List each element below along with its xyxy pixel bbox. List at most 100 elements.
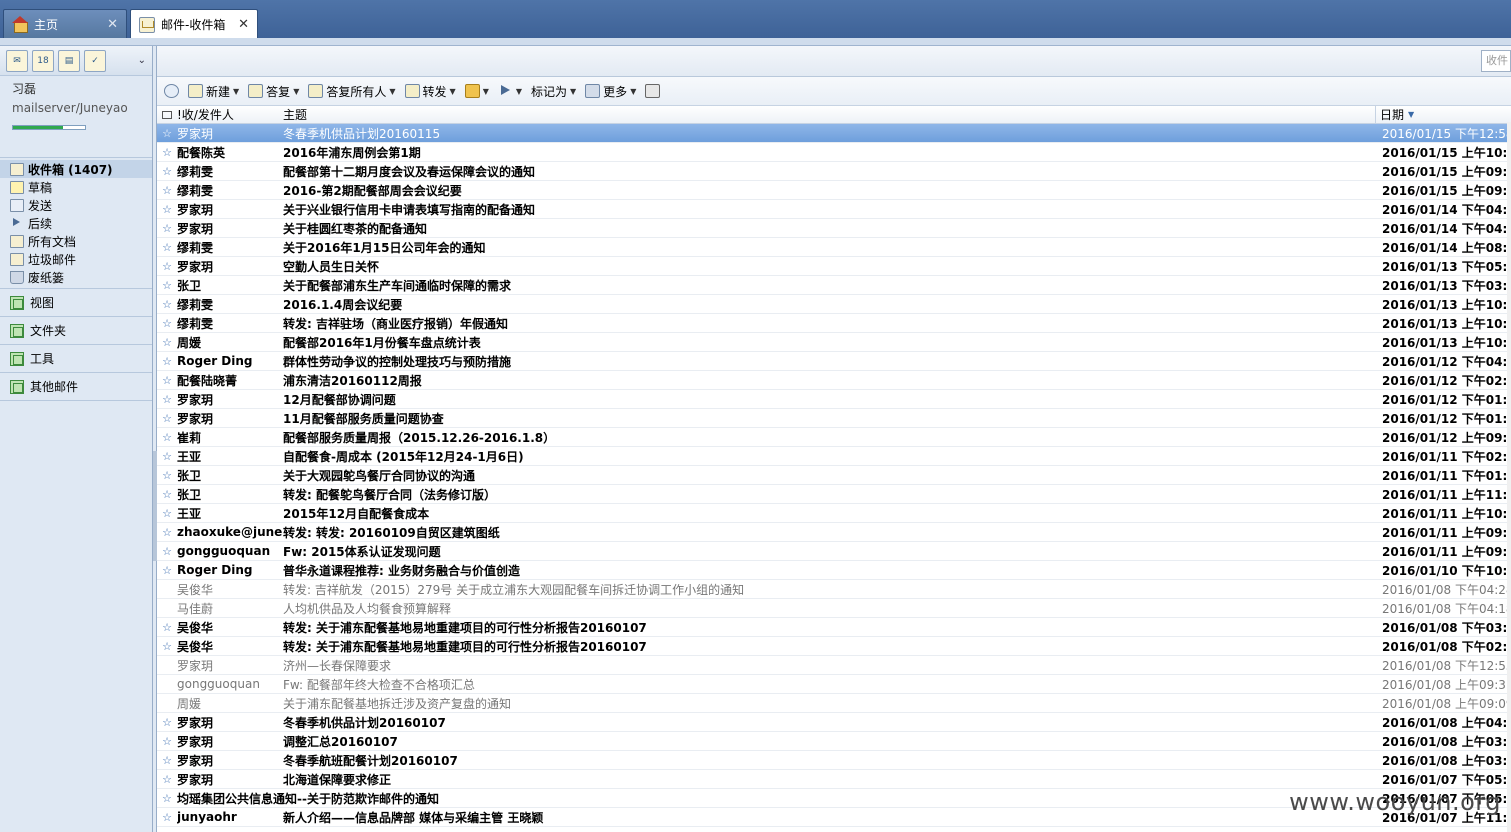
tab-home[interactable]: 主页 ✕ xyxy=(3,9,127,38)
star-icon[interactable]: ☆ xyxy=(157,488,177,501)
sidebar-folder-item[interactable]: 草稿 xyxy=(0,178,152,196)
column-subject[interactable]: 主题 xyxy=(279,106,1375,123)
dropdown-arrow-icon[interactable]: ▼ xyxy=(293,87,299,96)
dropdown-arrow-icon[interactable]: ▼ xyxy=(570,87,576,96)
message-row[interactable]: ☆ 罗家玥 11月配餐部服务质量问题协查 2016/01/12 下午01:53 xyxy=(157,409,1511,428)
message-row[interactable]: ☆ Roger Ding 群体性劳动争议的控制处理技巧与预防措施 2016/01/12… xyxy=(157,352,1511,371)
message-row[interactable]: ☆ 罗家玥 冬春季机供品计划20160107 2016/01/08 上午04:54 xyxy=(157,713,1511,732)
message-row[interactable]: ☆ 张卫 关于大观园鸵鸟餐厅合同协议的沟通 2016/01/11 下午01:57 xyxy=(157,466,1511,485)
message-row[interactable]: ☆ 罗家玥 调整汇总20160107 2016/01/08 上午03:51 xyxy=(157,732,1511,751)
scrollbar[interactable] xyxy=(1507,122,1511,832)
star-icon[interactable]: ☆ xyxy=(157,792,177,805)
star-icon[interactable]: ☆ xyxy=(157,241,177,254)
message-row[interactable]: ☆zhaoxuke@juneyao转发: 转发: 20160109自贸区建筑图纸… xyxy=(157,523,1511,542)
message-row[interactable]: ☆ 吴俊华 转发: 关于浦东配餐基地易地重建项目的可行性分析报告20160107 20… xyxy=(157,618,1511,637)
message-row[interactable]: ☆ Roger Ding 普华永道课程推荐: 业务财务融合与价值创造 2016/01/… xyxy=(157,561,1511,580)
star-icon[interactable]: ☆ xyxy=(157,355,177,368)
mark-as-button[interactable]: 标记为 ▼ xyxy=(528,80,579,102)
refresh-button[interactable] xyxy=(161,80,182,102)
star-icon[interactable]: ☆ xyxy=(157,374,177,387)
star-icon[interactable]: ☆ xyxy=(157,621,177,634)
message-row[interactable]: ☆ 缪莉雯 关于2016年1月15日公司年会的通知 2016/01/14 上午08:5… xyxy=(157,238,1511,257)
star-icon[interactable]: ☆ xyxy=(157,279,177,292)
star-icon[interactable]: ☆ xyxy=(157,773,177,786)
dropdown-arrow-icon[interactable]: ▼ xyxy=(389,87,395,96)
close-icon[interactable]: ✕ xyxy=(238,17,249,32)
message-row[interactable]: 吴俊华 转发: 吉祥航发（2015）279号 关于成立浦东大观园配餐车间拆迁协调工… xyxy=(157,580,1511,599)
star-icon[interactable]: ☆ xyxy=(157,811,177,824)
dropdown-arrow-icon[interactable]: ▼ xyxy=(483,87,489,96)
move-folder-button[interactable]: ▼ xyxy=(462,80,492,102)
star-icon[interactable]: ☆ xyxy=(157,412,177,425)
calendar-icon[interactable]: 18 xyxy=(32,49,54,72)
star-icon[interactable]: ☆ xyxy=(157,260,177,273)
message-row[interactable]: ☆ 周媛 配餐部2016年1月份餐车盘点统计表 2016/01/13 上午10:19 xyxy=(157,333,1511,352)
star-icon[interactable]: ☆ xyxy=(157,564,177,577)
star-icon[interactable]: ☆ xyxy=(157,431,177,444)
message-row[interactable]: gongguoquan Fw: 配餐部年终大检查不合格项汇总 2016/01/08 … xyxy=(157,675,1511,694)
message-row[interactable]: ☆ 罗家玥 12月配餐部协调问题 2016/01/12 下午01:58 xyxy=(157,390,1511,409)
todo-icon[interactable]: ✓ xyxy=(84,49,106,72)
sidebar-section[interactable]: 其他邮件 xyxy=(0,373,152,401)
star-icon[interactable]: ☆ xyxy=(157,336,177,349)
mail-icon[interactable]: ✉ xyxy=(6,49,28,72)
star-icon[interactable]: ☆ xyxy=(157,127,177,140)
reply-all-button[interactable]: 答复所有人 ▼ xyxy=(305,80,398,102)
star-icon[interactable]: ☆ xyxy=(157,450,177,463)
sidebar-section[interactable]: 文件夹 xyxy=(0,317,152,345)
message-row[interactable]: ☆ 缪莉雯 2016.1.4周会议纪要 2016/01/13 上午10:37 xyxy=(157,295,1511,314)
message-row[interactable]: ☆ 王亚 自配餐食-周成本 (2015年12月24-1月6日) 2016/01/11 … xyxy=(157,447,1511,466)
new-button[interactable]: 新建 ▼ xyxy=(185,80,242,102)
star-icon[interactable]: ☆ xyxy=(157,716,177,729)
message-row[interactable]: ☆ 吴俊华 转发: 关于浦东配餐基地易地重建项目的可行性分析报告20160107 20… xyxy=(157,637,1511,656)
sidebar-folder-item[interactable]: 垃圾邮件 xyxy=(0,250,152,268)
message-row[interactable]: ☆ 配餐陈英 2016年浦东周例会第1期 2016/01/15 上午10:11 xyxy=(157,143,1511,162)
star-icon[interactable]: ☆ xyxy=(157,526,177,539)
dropdown-arrow-icon[interactable]: ▼ xyxy=(630,87,636,96)
sidebar-folder-item[interactable]: 发送 xyxy=(0,196,152,214)
message-row[interactable]: ☆ 张卫 关于配餐部浦东生产车间通临时保障的需求 2016/01/13 下午03:58 xyxy=(157,276,1511,295)
message-row[interactable]: ☆ 王亚 2015年12月自配餐食成本 2016/01/11 上午10:24 xyxy=(157,504,1511,523)
sidebar-section[interactable]: 视图 xyxy=(0,289,152,317)
follow-up-button[interactable]: ▼ xyxy=(495,80,525,102)
star-icon[interactable]: ☆ xyxy=(157,317,177,330)
more-button[interactable]: 更多 ▼ xyxy=(582,80,639,102)
message-row[interactable]: ☆ 配餐陆晓菁 浦东清洁20160112周报 2016/01/12 下午02:16 xyxy=(157,371,1511,390)
message-row[interactable]: ☆ 罗家玥 空勤人员生日关怀 2016/01/13 下午05:34 xyxy=(157,257,1511,276)
star-icon[interactable]: ☆ xyxy=(157,165,177,178)
message-row[interactable]: ☆ 罗家玥 关于兴业银行信用卡申请表填写指南的配备通知 2016/01/14 下午04… xyxy=(157,200,1511,219)
star-icon[interactable]: ☆ xyxy=(157,184,177,197)
message-row[interactable]: 马佳蔚 人均机供品及人均餐食预算解释 2016/01/08 下午04:18 xyxy=(157,599,1511,618)
star-icon[interactable]: ☆ xyxy=(157,507,177,520)
column-icon-header[interactable] xyxy=(157,110,177,119)
column-from[interactable]: !收/发件人 xyxy=(177,106,279,123)
star-icon[interactable]: ☆ xyxy=(157,469,177,482)
star-icon[interactable]: ☆ xyxy=(157,545,177,558)
message-row[interactable]: ☆ 缪莉雯 2016-第2期配餐部周会会议纪要 2016/01/15 上午09:43 xyxy=(157,181,1511,200)
message-row[interactable]: ☆ 崔莉 配餐部服务质量周报（2015.12.26-2016.1.8） 2016/01… xyxy=(157,428,1511,447)
sidebar-folder-item[interactable]: 所有文档 xyxy=(0,232,152,250)
message-row[interactable]: ☆ 罗家玥 冬春季机供品计划20160115 2016/01/15 下午12:58 xyxy=(157,124,1511,143)
column-date[interactable]: 日期 ▼ xyxy=(1375,105,1501,124)
star-icon[interactable]: ☆ xyxy=(157,735,177,748)
dropdown-arrow-icon[interactable]: ▼ xyxy=(516,87,522,96)
star-icon[interactable]: ☆ xyxy=(157,754,177,767)
message-row[interactable]: ☆ 罗家玥 冬春季航班配餐计划20160107 2016/01/08 上午03:49 xyxy=(157,751,1511,770)
print-button[interactable] xyxy=(642,80,663,102)
sidebar-folder-item[interactable]: 后续 xyxy=(0,214,152,232)
dropdown-arrow-icon[interactable]: ▼ xyxy=(450,87,456,96)
star-icon[interactable]: ☆ xyxy=(157,298,177,311)
message-row[interactable]: ☆ 缪莉雯 配餐部第十二期月度会议及春运保障会议的通知 2016/01/15 上午09… xyxy=(157,162,1511,181)
star-icon[interactable]: ☆ xyxy=(157,203,177,216)
close-icon[interactable]: ✕ xyxy=(107,17,118,32)
dropdown-arrow-icon[interactable]: ▼ xyxy=(233,87,239,96)
search-input[interactable]: 收件 xyxy=(1481,50,1511,72)
message-row[interactable]: ☆ gongguoquan Fw: 2015体系认证发现问题 2016/01/11 上… xyxy=(157,542,1511,561)
sidebar-folder-item[interactable]: 废纸篓 xyxy=(0,268,152,286)
star-icon[interactable]: ☆ xyxy=(157,146,177,159)
message-row[interactable]: ☆ 罗家玥 北海道保障要求修正 2016/01/07 下午05:26 xyxy=(157,770,1511,789)
message-row[interactable]: 周媛 关于浦东配餐基地拆迁涉及资产复盘的通知 2016/01/08 上午09:09 xyxy=(157,694,1511,713)
message-row[interactable]: 罗家玥 济州—长春保障要求 2016/01/08 下午12:55 xyxy=(157,656,1511,675)
star-icon[interactable]: ☆ xyxy=(157,393,177,406)
reply-button[interactable]: 答复 ▼ xyxy=(245,80,302,102)
